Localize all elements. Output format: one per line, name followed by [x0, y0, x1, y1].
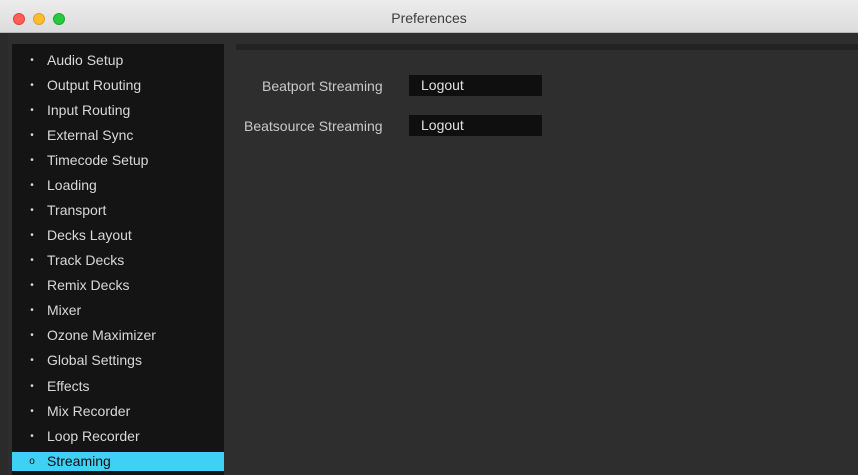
sidebar-item-label: Global Settings: [47, 352, 142, 368]
sidebar-item-external-sync[interactable]: • External Sync: [12, 126, 224, 145]
bullet-icon: •: [30, 55, 34, 66]
bullet-icon: •: [30, 180, 34, 191]
sidebar-item-label: Decks Layout: [47, 227, 132, 243]
bullet-icon: •: [30, 381, 34, 392]
bullet-icon: •: [30, 280, 34, 291]
bullet-icon: •: [30, 155, 34, 166]
sidebar-item-output-routing[interactable]: • Output Routing: [12, 76, 224, 95]
sidebar-item-label: Remix Decks: [47, 277, 130, 293]
sidebar-item-label: Timecode Setup: [47, 152, 149, 168]
bullet-icon: •: [30, 130, 34, 141]
bullet-icon: •: [30, 305, 34, 316]
sidebar-item-streaming[interactable]: o Streaming: [12, 452, 224, 471]
bullet-icon: •: [30, 230, 34, 241]
sidebar-item-label: Mixer: [47, 302, 82, 318]
sidebar-item-effects[interactable]: • Effects: [12, 377, 224, 396]
sidebar-item-label: Output Routing: [47, 77, 142, 93]
sidebar-item-audio-setup[interactable]: • Audio Setup: [12, 51, 224, 70]
bullet-icon: •: [30, 330, 34, 341]
preferences-window: Preferences • Audio Setup • Output Routi…: [0, 0, 858, 475]
beatsource-logout-button[interactable]: Logout: [409, 115, 542, 136]
title-bar[interactable]: Preferences: [0, 0, 858, 33]
bullet-icon: •: [30, 355, 34, 366]
sidebar-item-mix-recorder[interactable]: • Mix Recorder: [12, 402, 224, 421]
sidebar-item-label: Effects: [47, 378, 90, 394]
sidebar-item-label: Ozone Maximizer: [47, 327, 156, 343]
bullet-icon: •: [30, 205, 34, 216]
sidebar-item-label: External Sync: [47, 127, 134, 143]
sidebar-item-loading[interactable]: • Loading: [12, 176, 224, 195]
sidebar-item-decks-layout[interactable]: • Decks Layout: [12, 226, 224, 245]
sidebar-item-track-decks[interactable]: • Track Decks: [12, 251, 224, 270]
sidebar-item-label: Loop Recorder: [47, 428, 140, 444]
bullet-icon: •: [30, 80, 34, 91]
sidebar-item-label: Audio Setup: [47, 52, 124, 68]
sidebar-item-transport[interactable]: • Transport: [12, 201, 224, 220]
beatport-logout-button[interactable]: Logout: [409, 75, 542, 96]
selected-bullet-icon: o: [29, 456, 35, 467]
bullet-icon: •: [30, 105, 34, 116]
bullet-icon: •: [30, 431, 34, 442]
panel-header-strip: [236, 44, 858, 50]
window-title: Preferences: [391, 10, 467, 26]
sidebar-item-label: Streaming: [47, 453, 111, 469]
bullet-icon: •: [30, 406, 34, 417]
sidebar-item-label: Mix Recorder: [47, 403, 131, 419]
sidebar-item-label: Transport: [47, 202, 107, 218]
sidebar-item-label: Loading: [47, 177, 97, 193]
sidebar-item-ozone-maximizer[interactable]: • Ozone Maximizer: [12, 326, 224, 345]
sidebar-item-label: Track Decks: [47, 252, 125, 268]
sidebar-item-label: Input Routing: [47, 102, 131, 118]
beatport-streaming-label: Beatport Streaming: [262, 78, 383, 94]
sidebar-item-global-settings[interactable]: • Global Settings: [12, 351, 224, 370]
sidebar-item-timecode-setup[interactable]: • Timecode Setup: [12, 151, 224, 170]
sidebar-item-remix-decks[interactable]: • Remix Decks: [12, 276, 224, 295]
sidebar-item-loop-recorder[interactable]: • Loop Recorder: [12, 427, 224, 446]
sidebar-item-mixer[interactable]: • Mixer: [12, 301, 224, 320]
beatsource-streaming-label: Beatsource Streaming: [244, 118, 383, 134]
sidebar-item-input-routing[interactable]: • Input Routing: [12, 101, 224, 120]
bullet-icon: •: [30, 255, 34, 266]
